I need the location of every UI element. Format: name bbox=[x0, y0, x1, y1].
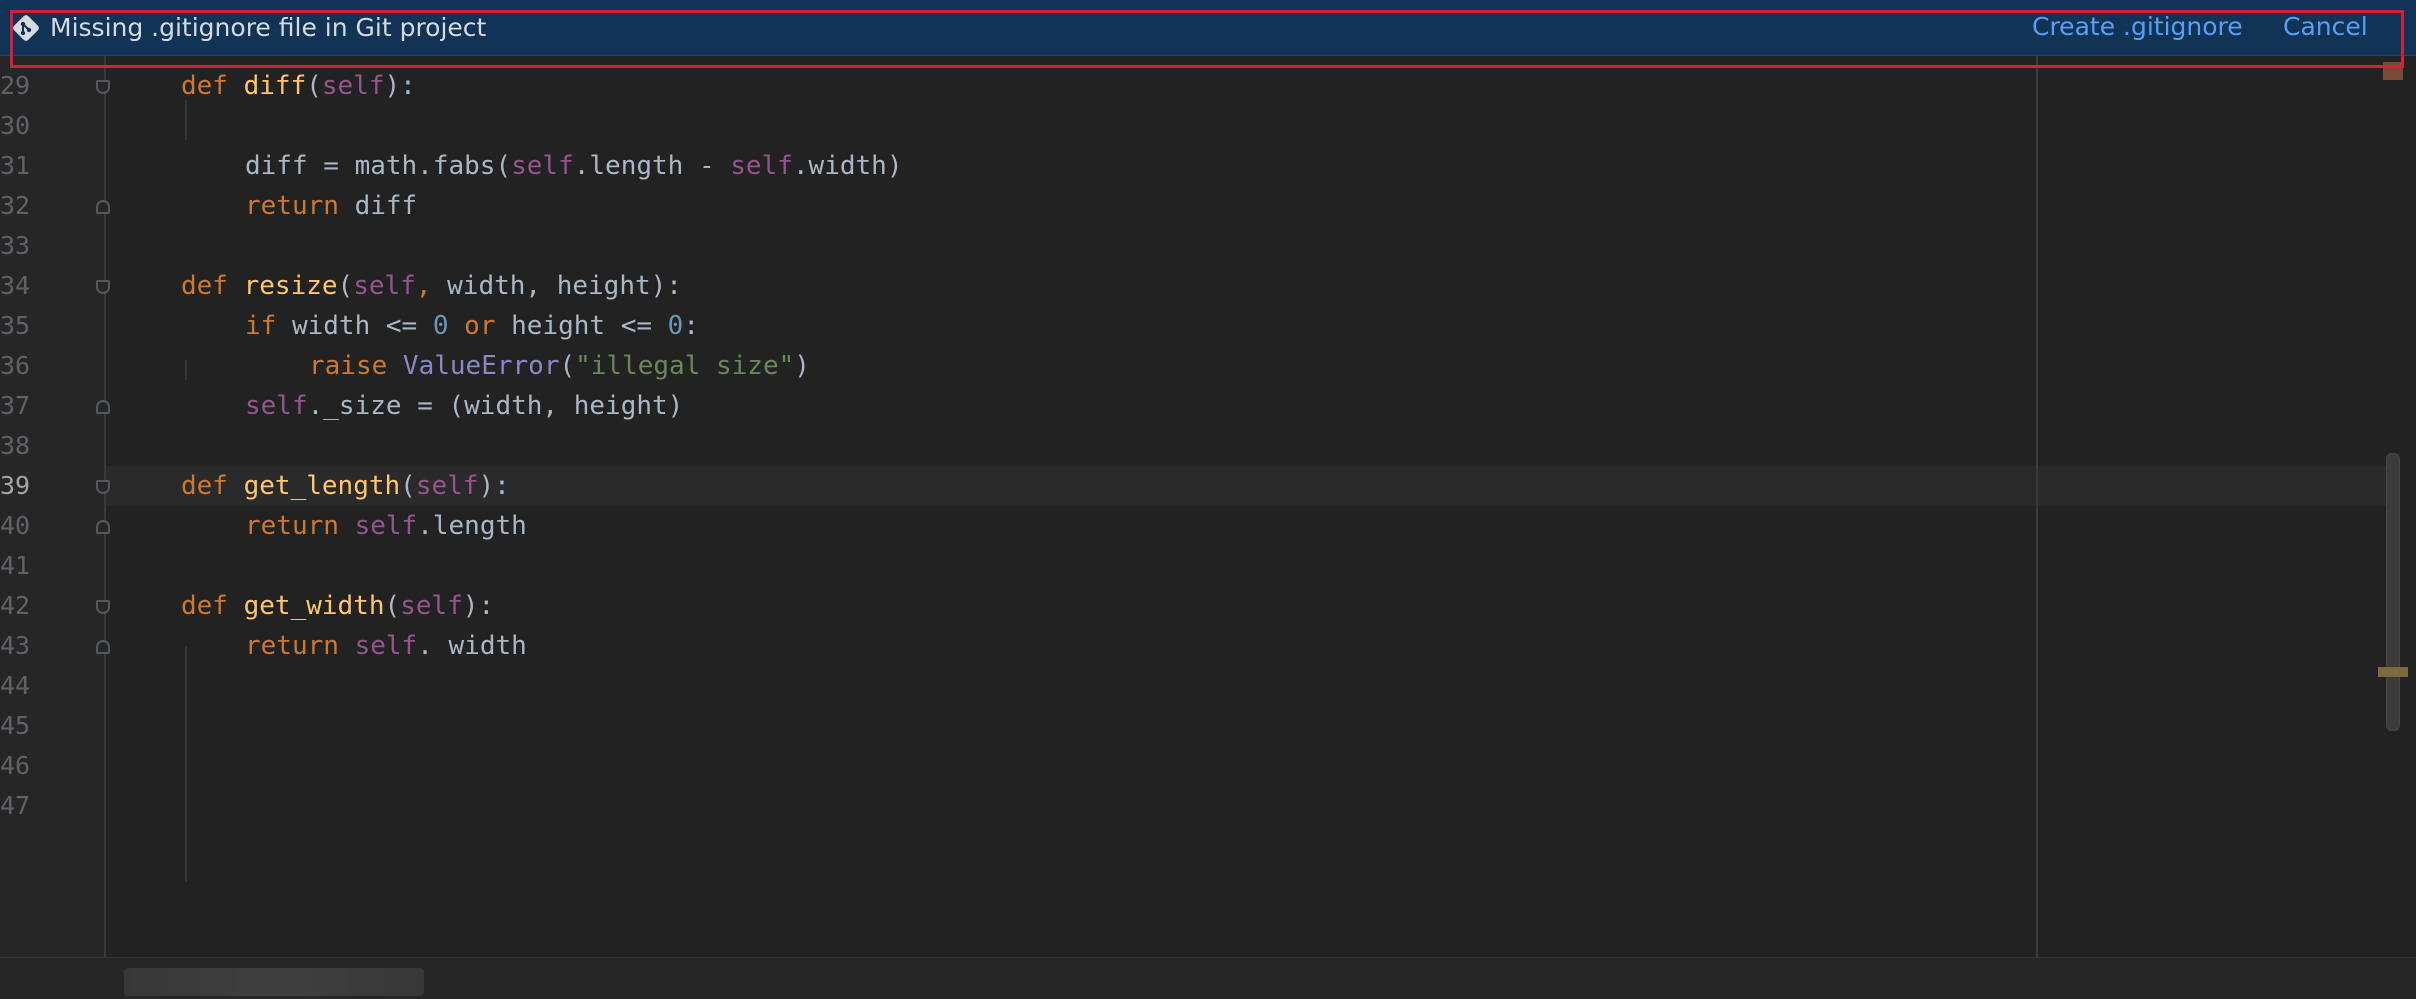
code-line-current: def get_length(self): bbox=[181, 471, 510, 501]
indent-guide bbox=[185, 646, 187, 882]
code-line: if width <= 0 or height <= 0: bbox=[245, 311, 699, 341]
cancel-link[interactable]: Cancel bbox=[2283, 12, 2368, 42]
warning-stripe-marker[interactable] bbox=[2378, 667, 2408, 677]
indent-guide bbox=[185, 100, 187, 140]
gitignore-notification-banner: Missing .gitignore file in Git project C… bbox=[0, 0, 2416, 56]
line-number: 31 bbox=[0, 151, 31, 180]
code-line: return self.length bbox=[245, 511, 527, 541]
horizontal-scrollbar[interactable] bbox=[124, 968, 424, 996]
fold-marker[interactable] bbox=[96, 520, 110, 534]
right-margin-guide bbox=[2036, 56, 2038, 957]
line-number: 34 bbox=[0, 271, 31, 300]
code-line: def diff(self): bbox=[181, 71, 416, 101]
line-number: 38 bbox=[0, 431, 31, 460]
line-number: 37 bbox=[0, 391, 31, 420]
git-icon bbox=[13, 15, 39, 41]
code-line: return diff bbox=[245, 191, 418, 221]
line-number: 41 bbox=[0, 551, 31, 580]
line-number: 29 bbox=[0, 71, 31, 100]
code-line: raise ValueError("illegal size") bbox=[309, 351, 810, 381]
code-line: self._size = (width, height) bbox=[245, 391, 684, 421]
fold-marker[interactable] bbox=[96, 600, 110, 614]
line-number-current: 39 bbox=[0, 471, 31, 500]
line-number: 42 bbox=[0, 591, 31, 620]
fold-marker[interactable] bbox=[96, 400, 110, 414]
error-stripe-marker[interactable] bbox=[2383, 62, 2403, 80]
indent-guide bbox=[185, 360, 187, 380]
line-number: 33 bbox=[0, 231, 31, 260]
fold-marker[interactable] bbox=[96, 480, 110, 494]
line-number: 46 bbox=[0, 751, 31, 780]
code-line: def get_width(self): bbox=[181, 591, 495, 621]
vertical-scrollbar[interactable] bbox=[2386, 453, 2400, 731]
line-number: 32 bbox=[0, 191, 31, 220]
line-number: 47 bbox=[0, 791, 31, 820]
code-editor[interactable]: 29 30 31 32 33 34 35 36 37 38 39 40 41 4… bbox=[0, 56, 2416, 957]
line-number: 35 bbox=[0, 311, 31, 340]
code-line: diff = math.fabs(self.length - self.widt… bbox=[245, 151, 903, 181]
banner-message: Missing .gitignore file in Git project bbox=[50, 13, 487, 42]
fold-marker[interactable] bbox=[96, 280, 110, 294]
line-number: 36 bbox=[0, 351, 31, 380]
fold-marker[interactable] bbox=[96, 640, 110, 654]
line-number: 40 bbox=[0, 511, 31, 540]
line-number: 45 bbox=[0, 711, 31, 740]
fold-marker[interactable] bbox=[96, 200, 110, 214]
fold-marker[interactable] bbox=[96, 80, 110, 94]
line-number: 30 bbox=[0, 111, 31, 140]
code-line: return self. width bbox=[245, 631, 527, 661]
line-number: 44 bbox=[0, 671, 31, 700]
line-number: 43 bbox=[0, 631, 31, 660]
gutter-divider bbox=[104, 56, 106, 957]
create-gitignore-link[interactable]: Create .gitignore bbox=[2032, 12, 2243, 42]
code-line: def resize(self, width, height): bbox=[181, 271, 682, 301]
